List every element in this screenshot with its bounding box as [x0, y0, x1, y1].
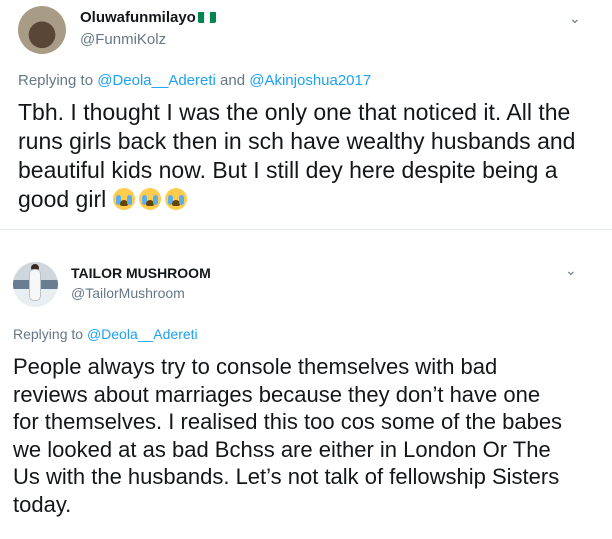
tweet-text: People always try to console themselves … — [13, 353, 562, 518]
loudly-crying-face-icon — [112, 188, 135, 210]
tweet-text-line: reviews about marriages because they don… — [13, 381, 541, 407]
tweet-text-line: good girl — [18, 186, 107, 212]
tweet-text-line: beautiful kids now. But I still dey here… — [18, 157, 558, 183]
replying-to: Replying to @Deola__Adereti and @Akinjos… — [18, 72, 371, 89]
tweet-text-line: Us with the husbands. Let’s not talk of … — [13, 464, 560, 489]
user-handle[interactable]: @FunmiKolz — [80, 31, 166, 48]
tweet-text-line: Tbh. I thought I was the only one that n… — [18, 99, 571, 125]
loudly-crying-face-icon — [138, 188, 161, 210]
display-name[interactable]: Oluwafunmilayo — [80, 9, 216, 26]
chevron-down-icon[interactable]: ⌄ — [565, 262, 577, 279]
loudly-crying-face-icon — [164, 188, 187, 210]
tweet-text-line: we looked at as bad Bchss are either in … — [13, 436, 551, 462]
nigeria-flag-icon — [197, 11, 216, 23]
replying-prefix: Replying to — [13, 326, 84, 342]
chevron-down-icon[interactable]: ⌄ — [569, 10, 581, 27]
tweet[interactable]: TAILOR MUSHROOM @TailorMushroom ⌄ Replyi… — [0, 230, 612, 539]
replying-to: Replying to @Deola__Adereti — [13, 326, 198, 342]
tweet-text-line-last: good girl — [18, 185, 575, 214]
avatar[interactable] — [18, 6, 66, 54]
tweet-text-line: for themselves. I realised this too cos … — [13, 409, 563, 434]
avatar[interactable] — [13, 262, 58, 307]
display-name[interactable]: TAILOR MUSHROOM — [71, 265, 211, 281]
tweet-text-line: today. — [13, 491, 72, 517]
mention-link[interactable]: @Deola__Adereti — [97, 72, 216, 89]
tweet-text-line: runs girls back then in sch have wealthy… — [18, 128, 576, 154]
mention-link[interactable]: @Akinjoshua2017 — [249, 72, 371, 89]
user-handle[interactable]: @TailorMushroom — [71, 285, 185, 301]
tweet[interactable]: Oluwafunmilayo @FunmiKolz ⌄ Replying to … — [0, 0, 612, 229]
replying-prefix: Replying to — [18, 72, 94, 89]
tweet-text: Tbh. I thought I was the only one that n… — [18, 98, 575, 214]
avatar-figure-body — [30, 270, 40, 300]
replying-joiner: and — [220, 72, 246, 89]
mention-link[interactable]: @Deola__Adereti — [87, 326, 198, 342]
display-name-text[interactable]: Oluwafunmilayo — [80, 9, 196, 26]
tweet-text-line: People always try to console themselves … — [13, 354, 498, 379]
